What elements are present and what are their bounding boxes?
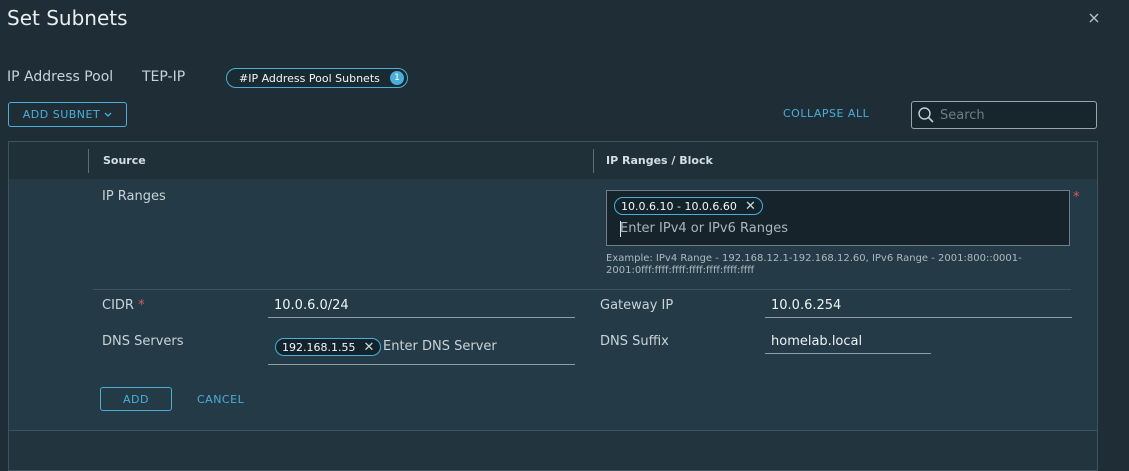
ip-range-chip: 10.0.6.10 - 10.0.6.60 ✕ (614, 197, 763, 215)
ip-ranges-placeholder: Enter IPv4 or IPv6 Ranges (620, 221, 788, 236)
breadcrumb-pool: IP Address Pool (7, 69, 114, 85)
chevron-down-icon (104, 112, 112, 117)
column-header-source: Source (103, 154, 146, 167)
cidr-label: CIDR * (102, 298, 145, 313)
remove-chip-icon[interactable]: ✕ (363, 341, 374, 354)
required-asterisk: * (1073, 190, 1080, 205)
subnets-tab-label: #IP Address Pool Subnets (239, 71, 380, 85)
dns-server-chip-label: 192.168.1.55 (282, 340, 356, 354)
column-separator (593, 149, 594, 173)
dns-servers-label: DNS Servers (102, 334, 184, 349)
breadcrumb-pool-name: TEP-IP (142, 69, 186, 85)
dns-suffix-label: DNS Suffix (600, 334, 669, 349)
source-value: IP Ranges (102, 189, 166, 204)
add-button[interactable]: ADD (100, 387, 172, 411)
remove-chip-icon[interactable]: ✕ (745, 200, 756, 213)
search-icon (918, 107, 934, 123)
column-header-ip-ranges: IP Ranges / Block (606, 154, 713, 167)
grid-header: Source IP Ranges / Block (9, 142, 1097, 180)
collapse-all-button[interactable]: COLLAPSE ALL (783, 107, 869, 120)
ip-ranges-input[interactable]: 10.0.6.10 - 10.0.6.60 ✕ Enter IPv4 or IP… (606, 190, 1070, 246)
column-separator (88, 149, 89, 173)
ip-range-chip-label: 10.0.6.10 - 10.0.6.60 (621, 199, 737, 213)
search-input[interactable] (940, 107, 1090, 123)
gateway-label: Gateway IP (600, 298, 674, 313)
cidr-field[interactable]: 10.0.6.0/24 (274, 298, 349, 313)
search-box[interactable] (911, 101, 1097, 129)
cidr-underline (268, 317, 575, 318)
dns-suffix-underline (765, 353, 931, 354)
close-icon[interactable] (1087, 11, 1101, 25)
gateway-field[interactable]: 10.0.6.254 (771, 298, 841, 313)
dns-suffix-field[interactable]: homelab.local (771, 334, 862, 349)
dns-server-input[interactable]: Enter DNS Server (383, 339, 497, 354)
subnets-tab[interactable]: #IP Address Pool Subnets 1 (226, 68, 408, 88)
cidr-label-text: CIDR (102, 298, 134, 313)
dialog-title: Set Subnets (7, 6, 128, 30)
required-asterisk: * (138, 298, 145, 313)
add-subnet-label: ADD SUBNET (22, 108, 101, 121)
subnets-count-badge: 1 (390, 71, 404, 85)
gateway-underline (765, 317, 1072, 318)
form-divider (93, 289, 1071, 290)
cancel-button[interactable]: CANCEL (197, 393, 244, 406)
dns-servers-underline (268, 364, 575, 365)
dns-server-chip: 192.168.1.55 ✕ (275, 338, 382, 356)
ip-ranges-help: Example: IPv4 Range - 192.168.12.1-192.1… (606, 253, 1022, 276)
add-subnet-button[interactable]: ADD SUBNET (8, 102, 127, 127)
row-divider (9, 430, 1097, 431)
